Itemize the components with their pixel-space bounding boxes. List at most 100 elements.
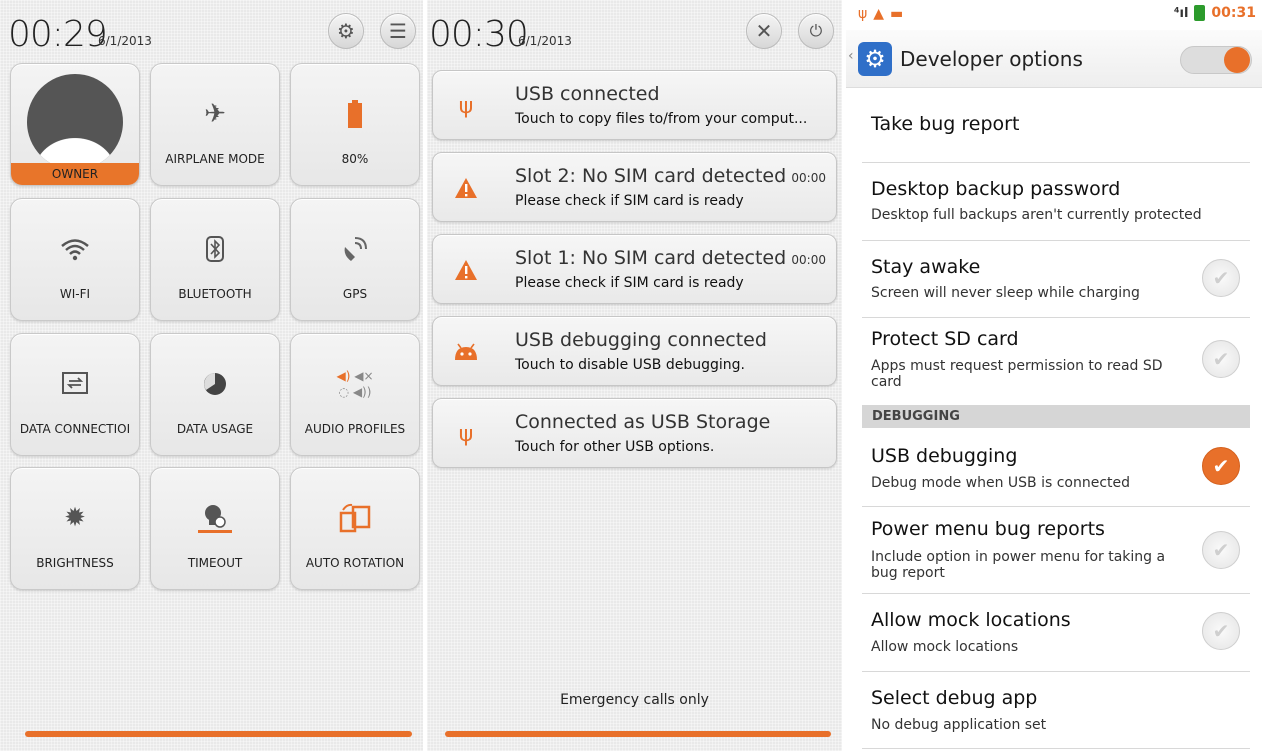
setting-subtitle: Debug mode when USB is connected [871, 475, 1131, 491]
checkbox[interactable]: ✔ [1202, 531, 1240, 569]
date: 6/1/2013 [518, 34, 572, 48]
warning-icon [451, 173, 481, 203]
notification-time: 00:00 [791, 171, 826, 185]
setting-title: Desktop backup password [871, 178, 1121, 200]
checkbox-checked[interactable]: ✔ [1202, 447, 1240, 485]
status-bar: ψ▲▬ ⁴ıl 00:31 [846, 0, 1262, 30]
gps-icon [341, 219, 369, 279]
setting-protect-sd-card[interactable]: Protect SD card Apps must request permis… [846, 318, 1250, 405]
bluetooth-icon [206, 219, 224, 279]
setting-subtitle: Screen will never sleep while charging [871, 285, 1140, 301]
page-title: Developer options [900, 47, 1083, 71]
quick-settings-button[interactable]: ⏻ [798, 13, 834, 49]
clear-notifications-button[interactable]: ✕ [746, 13, 782, 49]
usb-icon: ψ [458, 421, 474, 447]
tile-label: AIRPLANE MODE [165, 152, 265, 166]
setting-desktop-backup-password[interactable]: Desktop backup password Desktop full bac… [846, 163, 1250, 240]
status-time: 00:31 [1211, 5, 1256, 21]
setting-usb-debugging[interactable]: USB debugging Debug mode when USB is con… [846, 429, 1250, 506]
checkbox[interactable]: ✔ [1202, 340, 1240, 378]
tile-bluetooth[interactable]: BLUETOOTH [150, 198, 280, 321]
setting-subtitle: Desktop full backups aren't currently pr… [871, 207, 1202, 223]
tile-label: BLUETOOTH [178, 287, 252, 301]
notifications-panel: 00:30 6/1/2013 ✕ ⏻ ψ USB connected Touch… [427, 0, 842, 751]
developer-options-screen: ψ▲▬ ⁴ıl 00:31 ‹ ⚙ Developer options Take… [846, 0, 1262, 751]
notification-title: USB debugging connected [515, 329, 767, 351]
setting-title: Select debug app [871, 687, 1038, 709]
check-icon: ✔ [1212, 619, 1230, 643]
tile-auto-rotation[interactable]: AUTO ROTATION [290, 467, 420, 590]
tile-label: DATA CONNECTIOI [19, 422, 131, 436]
notification-title: Slot 2: No SIM card detected [515, 165, 787, 187]
tile-label: OWNER [11, 163, 139, 185]
tile-label: AUDIO PROFILES [304, 422, 406, 436]
notification-slot1-no-sim[interactable]: Slot 1: No SIM card detected Please chec… [432, 234, 837, 304]
signal-icon: ⁴ıl [1173, 5, 1189, 21]
warning-icon [451, 255, 481, 285]
checkbox[interactable]: ✔ [1202, 259, 1240, 297]
notification-usb-debugging[interactable]: USB debugging connected Touch to disable… [432, 316, 837, 386]
battery-icon [347, 84, 363, 144]
tile-data-usage[interactable]: DATA USAGE [150, 333, 280, 456]
notification-title: Connected as USB Storage [515, 411, 771, 433]
tile-timeout[interactable]: TIMEOUT [150, 467, 280, 590]
tile-label: 80% [341, 152, 369, 166]
tile-gps[interactable]: GPS [290, 198, 420, 321]
drag-handle[interactable] [445, 731, 831, 737]
setting-stay-awake[interactable]: Stay awake Screen will never sleep while… [846, 241, 1250, 317]
date: 6/1/2013 [98, 34, 152, 48]
setting-select-debug-app[interactable]: Select debug app No debug application se… [846, 672, 1250, 751]
tile-wifi[interactable]: WI-FI [10, 198, 140, 321]
tile-airplane-mode[interactable]: ✈ AIRPLANE MODE [150, 63, 280, 186]
avatar [27, 74, 123, 170]
brightness-icon: ✹ [64, 503, 86, 533]
developer-options-toggle[interactable] [1180, 46, 1252, 74]
toggle-knob [1224, 47, 1250, 73]
clock: 00:29 [8, 14, 108, 55]
gear-icon: ⚙ [337, 19, 355, 43]
usb-icon: ψ [458, 93, 474, 119]
notification-slot2-no-sim[interactable]: Slot 2: No SIM card detected Please chec… [432, 152, 837, 222]
shade-header: 00:29 6/1/2013 ⚙ ☰ [0, 0, 423, 58]
settings-app-icon[interactable]: ⚙ [858, 42, 892, 76]
tile-battery[interactable]: 80% [290, 63, 420, 186]
setting-subtitle: Allow mock locations [871, 639, 1019, 655]
setting-power-menu-bug-reports[interactable]: Power menu bug reports Include option in… [846, 507, 1250, 593]
close-icon: ✕ [755, 19, 773, 43]
notification-usb-connected[interactable]: ψ USB connected Touch to copy files to/f… [432, 70, 837, 140]
shade-header: 00:30 6/1/2013 ✕ ⏻ [427, 0, 842, 58]
tile-owner[interactable]: OWNER [10, 63, 140, 186]
notification-usb-storage[interactable]: ψ Connected as USB Storage Touch for oth… [432, 398, 837, 468]
tile-label: GPS [342, 287, 368, 301]
setting-title: USB debugging [871, 445, 1018, 467]
emergency-calls-text: Emergency calls only [560, 692, 709, 708]
check-icon: ✔ [1212, 266, 1230, 290]
notification-text: Touch to disable USB debugging. [515, 357, 745, 373]
audio-profiles-icon: ◀) ◀× ◌ ◀)) [336, 369, 374, 399]
notification-time: 00:00 [791, 253, 826, 267]
tile-audio-profiles[interactable]: ◀) ◀× ◌ ◀)) AUDIO PROFILES [290, 333, 420, 456]
drag-handle[interactable] [25, 731, 412, 737]
setting-allow-mock-locations[interactable]: Allow mock locations Allow mock location… [846, 594, 1250, 671]
setting-subtitle: Include option in power menu for taking … [871, 549, 1166, 581]
section-header-debugging: DEBUGGING [862, 405, 1250, 428]
notification-list-button[interactable]: ☰ [380, 13, 416, 49]
tile-brightness[interactable]: ✹ BRIGHTNESS [10, 467, 140, 590]
timeout-icon [198, 488, 232, 548]
data-usage-icon [202, 354, 228, 414]
notification-title: Slot 1: No SIM card detected [515, 247, 787, 269]
notification-text: Please check if SIM card is ready [515, 193, 744, 209]
notification-title: USB connected [515, 83, 660, 105]
airplane-icon: ✈ [204, 99, 226, 129]
tile-data-connection[interactable]: DATA CONNECTIOI [10, 333, 140, 456]
power-icon: ⏻ [809, 21, 823, 40]
check-icon: ✔ [1212, 538, 1230, 562]
notification-text: Please check if SIM card is ready [515, 275, 744, 291]
android-icon [451, 337, 481, 367]
checkbox[interactable]: ✔ [1202, 612, 1240, 650]
status-notification-icons: ψ▲▬ [858, 6, 910, 22]
setting-title: Take bug report [871, 113, 1020, 135]
back-icon[interactable]: ‹ [848, 48, 854, 64]
settings-button[interactable]: ⚙ [328, 13, 364, 49]
setting-take-bug-report[interactable]: Take bug report [846, 88, 1250, 163]
